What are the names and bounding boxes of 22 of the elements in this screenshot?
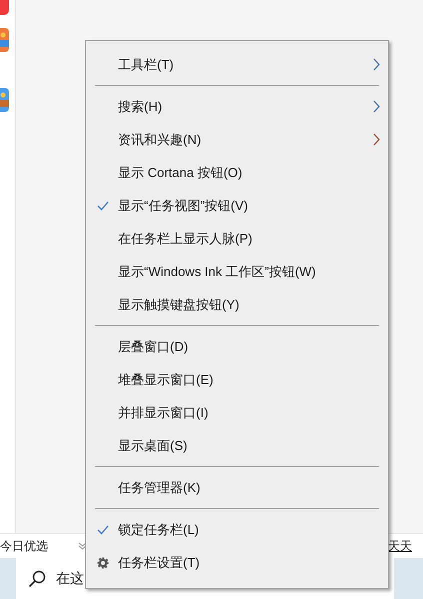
menu-item[interactable]: 显示“Windows Ink 工作区”按钮(W) <box>86 255 388 288</box>
menu-item[interactable]: 锁定任务栏(L) <box>86 513 388 546</box>
menu-item[interactable]: 层叠窗口(D) <box>86 330 388 363</box>
app-icon[interactable] <box>0 28 9 52</box>
news-title: 今日优选 <box>0 538 48 555</box>
menu-item[interactable]: 在任务栏上显示人脉(P) <box>86 222 388 255</box>
double-chevron-icon[interactable] <box>78 542 87 550</box>
gear-icon <box>96 556 108 568</box>
menu-item[interactable]: 显示 Cortana 按钮(O) <box>86 156 388 189</box>
app-icon[interactable] <box>0 88 9 112</box>
search-icon <box>28 570 46 588</box>
menu-item[interactable]: 并排显示窗口(I) <box>86 396 388 429</box>
app-icon[interactable] <box>0 0 9 15</box>
menu-item[interactable]: 任务管理器(K) <box>86 471 388 504</box>
news-link[interactable]: 天天 <box>388 537 423 555</box>
menu-item[interactable]: 工具栏(T) <box>86 48 388 81</box>
menu-item[interactable]: 显示触摸键盘按钮(Y) <box>86 288 388 321</box>
menu-item[interactable]: 显示桌面(S) <box>86 429 388 462</box>
menu-item[interactable]: 显示“任务视图”按钮(V) <box>86 189 388 222</box>
menu-item[interactable]: 搜索(H) <box>86 90 388 123</box>
menu-item[interactable]: 堆叠显示窗口(E) <box>86 363 388 396</box>
menu-item[interactable]: 资讯和兴趣(N) <box>86 123 388 156</box>
